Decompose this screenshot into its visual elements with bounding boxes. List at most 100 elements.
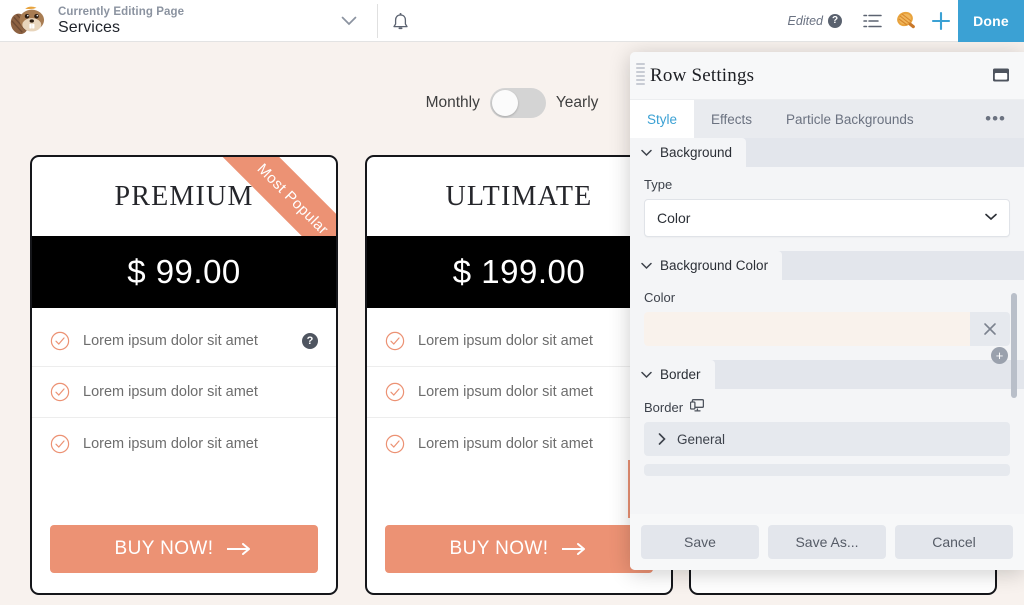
color-label: Color [644, 290, 1010, 305]
chevron-down-icon [985, 213, 997, 221]
color-picker-field [644, 312, 1010, 346]
save-as-button[interactable]: Save As... [768, 525, 886, 559]
monitor-responsive-icon[interactable] [690, 399, 704, 415]
top-toolbar: Currently Editing Page Services Edited ? [0, 0, 1024, 42]
card-header: PREMIUM Most Popular [32, 157, 336, 236]
tab-particle-backgrounds[interactable]: Particle Backgrounds [769, 100, 931, 138]
toggle-label-yearly: Yearly [556, 94, 599, 112]
tools-paddle-icon[interactable] [890, 0, 924, 42]
section-body-background-color: Color [630, 280, 1024, 360]
border-label: Border [644, 400, 683, 415]
tab-style[interactable]: Style [630, 100, 694, 138]
feature-text: Lorem ipsum dolor sit amet [418, 436, 653, 452]
check-circle-icon [50, 331, 70, 351]
toggle-label-monthly: Monthly [426, 94, 480, 112]
section-header-background[interactable]: Background [630, 138, 1024, 167]
border-next-row[interactable] [644, 464, 1010, 476]
chevron-down-icon [641, 149, 652, 157]
plus-icon[interactable] [924, 0, 958, 42]
card-cta-wrap: BUY NOW! [367, 511, 671, 593]
check-circle-icon [385, 434, 405, 454]
border-field-label-row: Border [644, 399, 1010, 415]
card-cta-wrap: BUY NOW! [32, 511, 336, 593]
chevron-down-icon [641, 262, 652, 270]
list-item: Lorem ipsum dolor sit amet ? [367, 316, 671, 367]
arrow-right-icon [227, 543, 253, 555]
feature-text: Lorem ipsum dolor sit amet [418, 333, 624, 349]
check-circle-icon [50, 434, 70, 454]
dock-window-icon[interactable] [992, 67, 1010, 83]
pricing-card-ultimate[interactable]: ULTIMATE $ 199.00 Lorem ipsum dolor sit … [365, 155, 673, 595]
section-title: Background [660, 145, 732, 160]
tab-effects[interactable]: Effects [694, 100, 769, 138]
outline-list-icon[interactable] [856, 0, 890, 42]
background-type-value: Color [657, 210, 690, 226]
panel-tabs: Style Effects Particle Backgrounds ••• [630, 100, 1024, 138]
edited-label: Edited [788, 14, 823, 28]
card-price: $ 199.00 [367, 236, 671, 308]
help-icon[interactable]: ? [828, 14, 842, 28]
feature-text: Lorem ipsum dolor sit amet [83, 384, 318, 400]
bell-icon[interactable] [388, 10, 412, 34]
buy-now-button[interactable]: BUY NOW! [50, 525, 318, 573]
section-title: Border [660, 367, 701, 382]
panel-body: Background Type Color Background Color C… [630, 138, 1024, 514]
type-label: Type [644, 177, 1010, 192]
feature-list: Lorem ipsum dolor sit amet ? Lorem ipsum… [32, 308, 336, 511]
check-circle-icon [385, 331, 405, 351]
section-header-border[interactable]: Border [630, 360, 1024, 389]
check-circle-icon [50, 382, 70, 402]
builder-root: Currently Editing Page Services Edited ? [0, 0, 1024, 605]
cancel-button[interactable]: Cancel [895, 525, 1013, 559]
section-header-background-color[interactable]: Background Color [630, 251, 1024, 280]
section-body-border: Border General [630, 389, 1024, 490]
buy-now-label: BUY NOW! [115, 538, 214, 560]
plus-circle-icon[interactable]: + [991, 347, 1008, 364]
panel-title: Row Settings [650, 65, 754, 87]
section-body-background: Type Color [630, 167, 1024, 251]
border-general-label: General [677, 432, 725, 447]
close-x-icon[interactable] [970, 312, 1010, 346]
card-price: $ 99.00 [32, 236, 336, 308]
feature-text: Lorem ipsum dolor sit amet [418, 384, 653, 400]
pricing-cards: PREMIUM Most Popular $ 99.00 Lorem ipsum… [30, 155, 673, 595]
edited-status: Edited ? [788, 14, 842, 28]
current-page-info: Currently Editing Page Services [56, 0, 184, 42]
feature-text: Lorem ipsum dolor sit amet [83, 436, 318, 452]
background-type-select[interactable]: Color [644, 199, 1010, 237]
toolbar-actions: Edited ? Done [788, 0, 1024, 42]
list-item: Lorem ipsum dolor sit amet ? [32, 316, 336, 367]
drag-handle-icon[interactable] [630, 52, 650, 100]
beaver-logo-icon[interactable] [0, 0, 56, 42]
billing-switch[interactable] [490, 88, 546, 118]
toolbar-divider [377, 4, 378, 38]
chevron-right-icon [658, 433, 666, 445]
check-circle-icon [385, 382, 405, 402]
done-button[interactable]: Done [958, 0, 1024, 42]
buy-now-button[interactable]: BUY NOW! [385, 525, 653, 573]
chevron-down-icon [641, 371, 652, 379]
section-title: Background Color [660, 258, 768, 273]
list-item: Lorem ipsum dolor sit amet [367, 367, 671, 418]
buy-now-label: BUY NOW! [450, 538, 549, 560]
chevron-down-icon[interactable] [338, 11, 360, 31]
switch-knob [492, 90, 518, 116]
panel-footer: Save Save As... Cancel [630, 514, 1024, 570]
card-title: ULTIMATE [445, 181, 592, 213]
tooltip-help-icon[interactable]: ? [302, 333, 318, 349]
tab-overflow-button[interactable]: ••• [977, 100, 1014, 138]
page-title: Services [58, 19, 184, 37]
card-header: ULTIMATE [367, 157, 671, 236]
feature-text: Lorem ipsum dolor sit amet [83, 333, 289, 349]
card-title: PREMIUM [114, 181, 253, 213]
pricing-card-premium[interactable]: PREMIUM Most Popular $ 99.00 Lorem ipsum… [30, 155, 338, 595]
color-swatch[interactable] [644, 312, 970, 346]
panel-scrollbar[interactable] [1011, 293, 1017, 398]
feature-list: Lorem ipsum dolor sit amet ? Lorem ipsum… [367, 308, 671, 511]
panel-header: Row Settings [630, 52, 1024, 100]
arrow-right-icon [562, 543, 588, 555]
save-button[interactable]: Save [641, 525, 759, 559]
border-general-row[interactable]: General [644, 422, 1010, 456]
row-settings-panel: Row Settings Style Effects Particle Back… [630, 52, 1024, 570]
list-item: Lorem ipsum dolor sit amet [32, 367, 336, 418]
